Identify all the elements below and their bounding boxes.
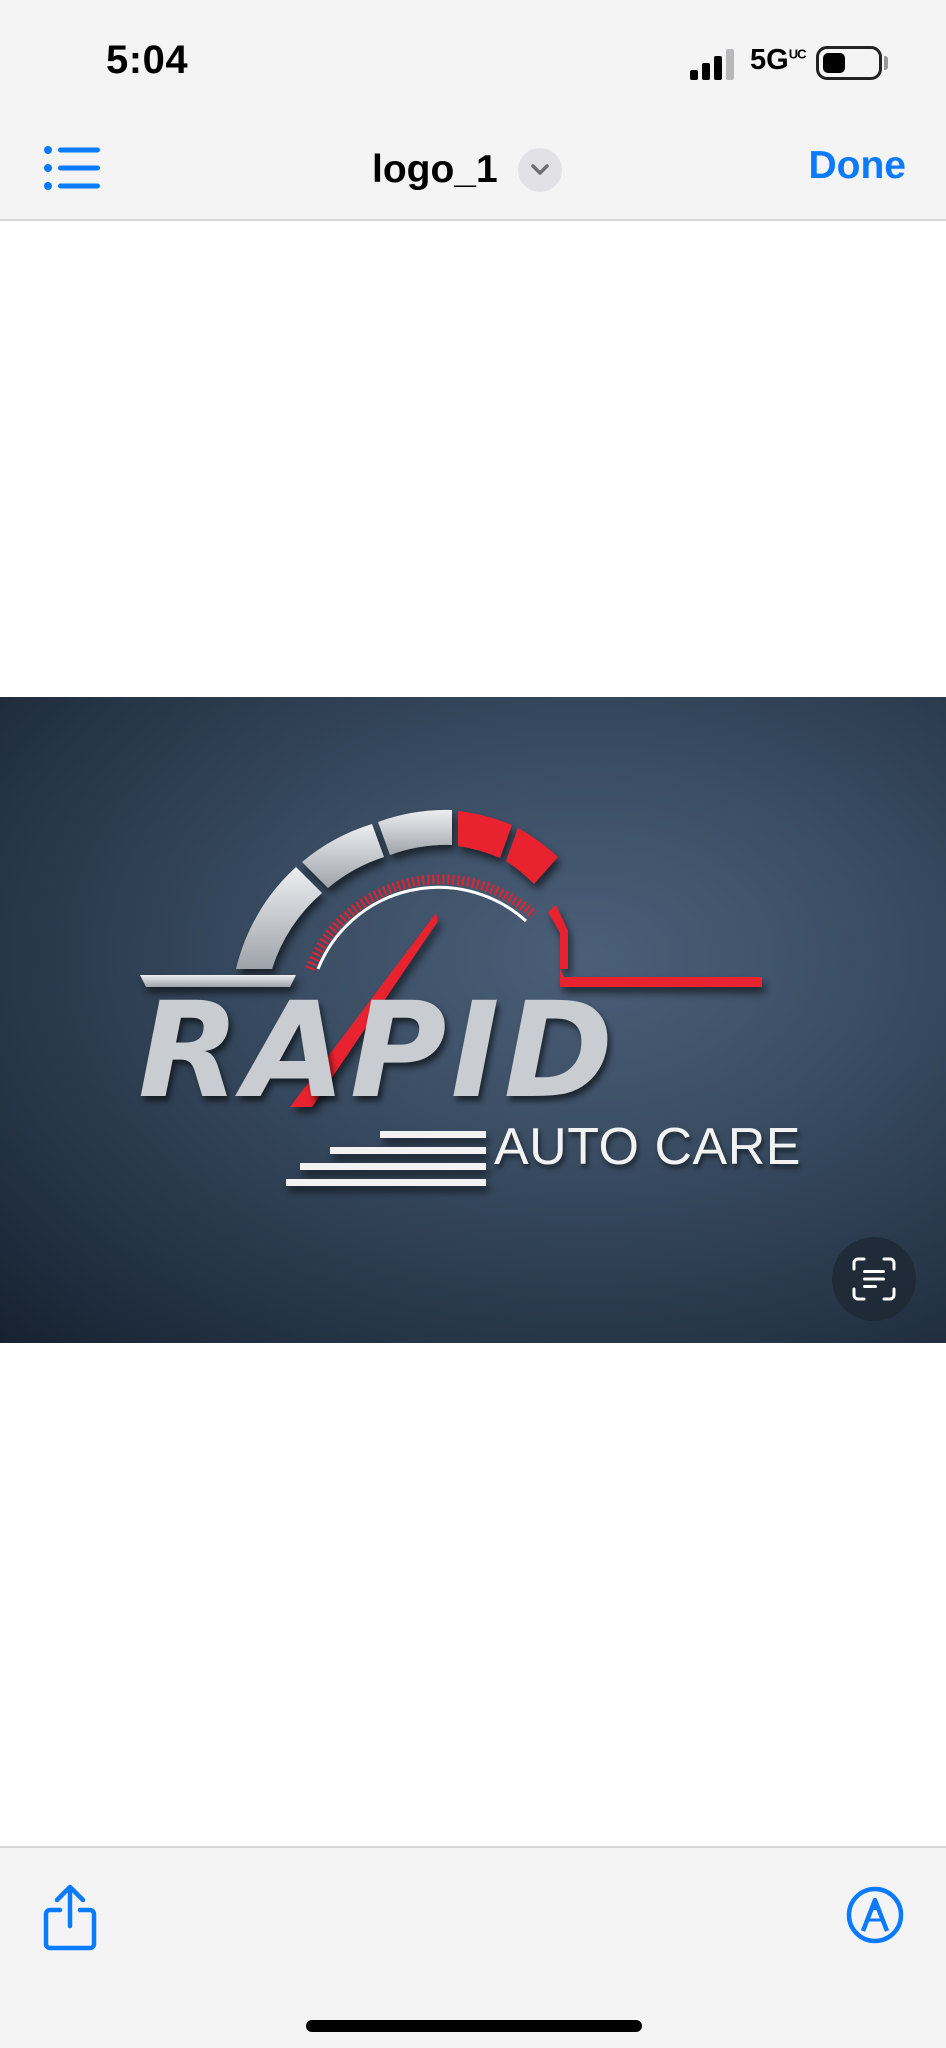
- battery-icon: [816, 46, 882, 80]
- bottom-toolbar: [0, 1846, 946, 2048]
- list-icon[interactable]: [40, 140, 104, 200]
- live-text-icon[interactable]: [832, 1237, 916, 1321]
- markup-pen-icon[interactable]: [846, 1886, 904, 1944]
- network-indicator: 5GUC: [750, 44, 807, 76]
- logo-tagline: AUTO CARE: [494, 1118, 801, 1176]
- logo-brand-name: RAPID: [138, 974, 618, 1128]
- network-superscript: UC: [788, 46, 807, 62]
- logo-image: RAPID AUTO CARE: [0, 697, 946, 1343]
- logo-wordmark: RAPID AUTO CARE: [0, 697, 946, 1343]
- document-title: logo_1: [372, 148, 498, 191]
- home-indicator: [306, 2020, 642, 2032]
- done-button[interactable]: Done: [809, 144, 907, 188]
- share-icon[interactable]: [42, 1884, 98, 1952]
- status-time: 5:04: [106, 38, 189, 82]
- document-viewer: RAPID AUTO CARE: [0, 222, 946, 1846]
- cellular-signal-icon: [690, 49, 734, 80]
- status-bar: 5:04 5GUC: [0, 0, 946, 120]
- document-title-group[interactable]: logo_1: [372, 142, 562, 198]
- navigation-bar: logo_1 Done: [0, 120, 946, 221]
- battery-cap: [884, 56, 888, 70]
- chevron-down-icon[interactable]: [517, 148, 562, 192]
